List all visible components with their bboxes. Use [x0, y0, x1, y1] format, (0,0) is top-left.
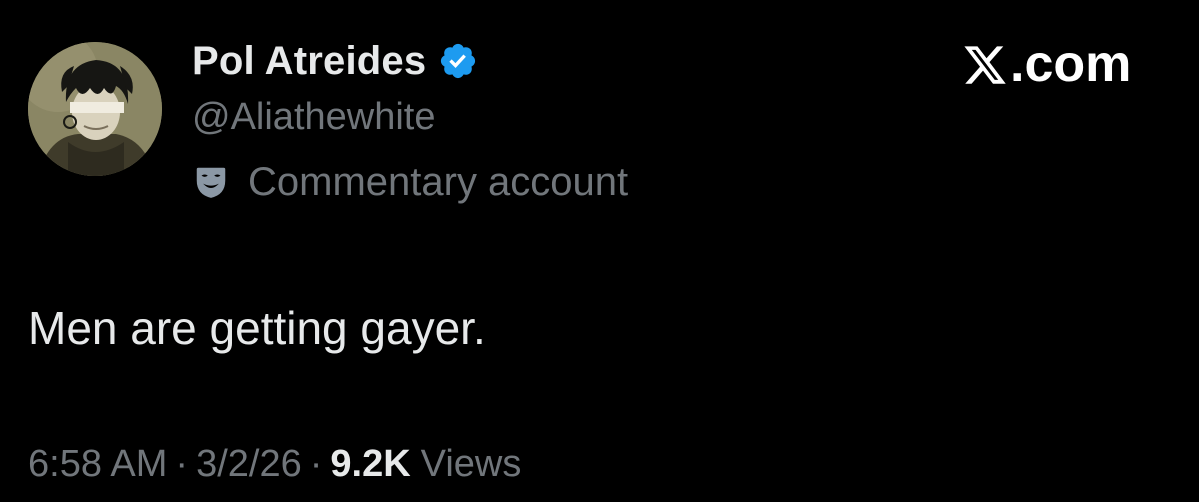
- user-handle[interactable]: @Aliathewhite: [192, 94, 628, 140]
- brand-watermark: .com: [962, 34, 1131, 94]
- tweet-meta: 6:58 AM · 3/2/26 · 9.2K Views: [28, 440, 521, 488]
- tweet-text: Men are getting gayer.: [28, 302, 486, 354]
- verified-badge-icon: [438, 41, 478, 81]
- name-row: Pol Atreides: [192, 34, 628, 88]
- meta-separator: ·: [175, 442, 189, 485]
- display-name[interactable]: Pol Atreides: [192, 39, 426, 84]
- tweet-time[interactable]: 6:58 AM: [28, 443, 167, 486]
- views-label: Views: [420, 442, 522, 485]
- tweet-card: Pol Atreides @Aliathewhite Commentary ac…: [0, 0, 1199, 502]
- theater-mask-icon: [192, 163, 230, 201]
- x-logo-icon: [962, 41, 1008, 87]
- views-count[interactable]: 9.2K: [330, 443, 410, 486]
- tweet-header: Pol Atreides @Aliathewhite Commentary ac…: [192, 34, 628, 206]
- tweet-date[interactable]: 3/2/26: [196, 443, 302, 486]
- meta-separator: ·: [309, 442, 323, 485]
- brand-domain: .com: [1010, 35, 1132, 93]
- avatar-illustration: [28, 42, 162, 176]
- avatar[interactable]: [28, 42, 162, 176]
- account-label-row: Commentary account: [192, 158, 628, 206]
- commentary-account-label[interactable]: Commentary account: [248, 160, 628, 205]
